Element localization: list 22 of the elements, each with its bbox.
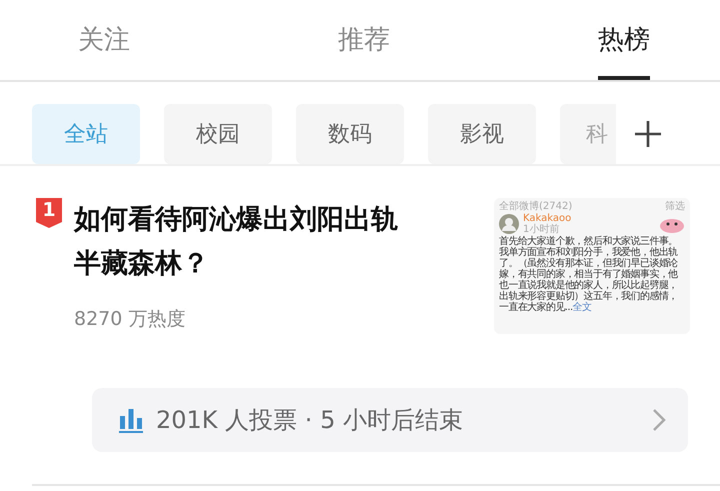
category-chip[interactable]: 数码 — [296, 104, 404, 164]
filter-label: 筛选 — [665, 201, 685, 212]
avatar-icon — [499, 214, 519, 234]
heat-count: 8270 万热度 — [74, 307, 186, 332]
topic-title[interactable]: 如何看待阿沁爆出刘阳出轨半藏森林？ — [74, 198, 414, 286]
chevron-right-icon — [652, 408, 666, 432]
post-count: 全部微博(2742) — [499, 201, 572, 212]
read-more-link[interactable]: 全文 — [572, 302, 592, 313]
post-time: 1小时前 — [523, 224, 560, 235]
poll-bar[interactable]: 201K 人投票 · 5 小时后结束 — [92, 388, 688, 452]
tab[interactable]: 关注 — [78, 0, 130, 80]
rank-badge: 1 — [36, 198, 62, 228]
add-icon[interactable] — [634, 120, 662, 148]
tab[interactable]: 推荐 — [338, 0, 390, 80]
user-name: Kakakaoo — [523, 213, 572, 224]
bar-chart-icon — [118, 407, 144, 433]
category-chip[interactable]: 校园 — [164, 104, 272, 164]
tab[interactable]: 热榜 — [598, 0, 650, 80]
post-text: 首先给大家道个歉，然后和大家说三件事。我单方面宣布和刘阳分手，我爱他，他出轨了。（虽然没有那本证，但我们早已谈婚论嫁，有共同的家，相当于有了婚姻事实，他也一直说我就是他的家人，所以比起劈腿，出轨来形容更贴切）这五年，我们的感情，一直在大家的见...全文 — [499, 236, 679, 313]
category-chip[interactable]: 影视 — [428, 104, 536, 164]
category-chip[interactable]: 全站 — [32, 104, 140, 164]
poll-text: 201K 人投票 · 5 小时后结束 — [156, 405, 464, 436]
